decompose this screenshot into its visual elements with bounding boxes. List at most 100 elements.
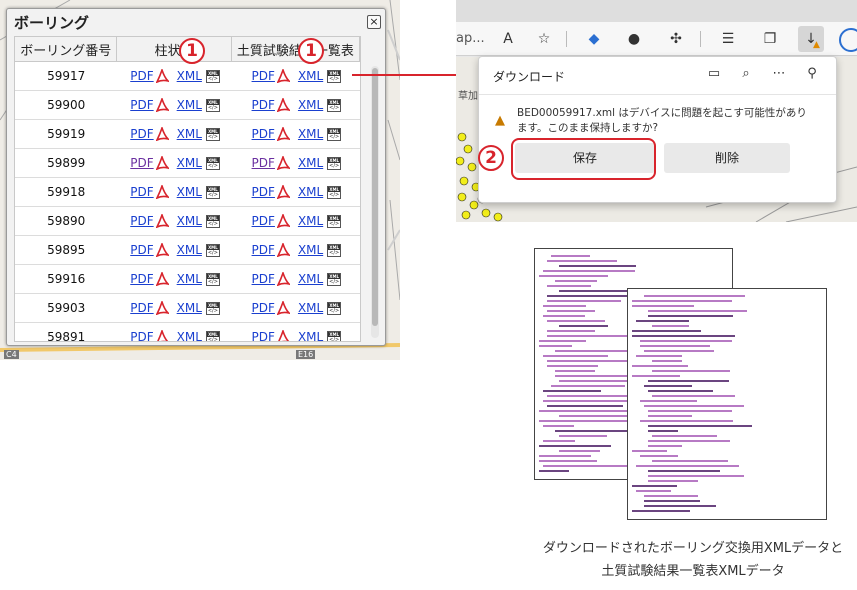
columnar-xml-link[interactable]: XML — [177, 272, 202, 286]
extension-fox-icon[interactable]: ◆ — [584, 29, 604, 49]
columnar-pdf-link[interactable]: PDF — [130, 185, 153, 199]
columnar-pdf-link[interactable]: PDF — [130, 214, 153, 228]
columnar-pdf-link[interactable]: PDF — [130, 243, 153, 257]
xml-text-line — [539, 460, 597, 462]
pdf-file-icon — [156, 330, 168, 341]
close-icon[interactable]: × — [367, 15, 381, 29]
xml-text-line — [539, 420, 632, 422]
boring-number: 59899 — [47, 156, 86, 170]
soil-test-xml-link[interactable]: XML — [298, 272, 323, 286]
columnar-pdf-link[interactable]: PDF — [130, 127, 153, 141]
soil-test-xml-link[interactable]: XML — [298, 214, 323, 228]
pdf-file-icon — [155, 301, 169, 315]
pdf-file-icon — [276, 214, 290, 228]
extension-camera-icon[interactable]: ● — [624, 29, 644, 49]
extensions-puzzle-icon[interactable]: ✣ — [666, 29, 686, 49]
soil-test-xml-link[interactable]: XML — [298, 330, 323, 341]
xml-text-line — [539, 455, 591, 457]
xml-text-line — [547, 320, 605, 322]
xml-text-line — [559, 415, 635, 417]
columnar-xml-link[interactable]: XML — [177, 69, 202, 83]
soil-test-xml-link[interactable]: XML — [298, 243, 323, 257]
soil-test-pdf-link[interactable]: PDF — [252, 69, 275, 83]
xml-text-line — [632, 305, 694, 307]
xml-text-line — [632, 300, 732, 302]
columnar-pdf-link[interactable]: PDF — [130, 69, 153, 83]
soil-test-pdf-link[interactable]: PDF — [252, 272, 275, 286]
xml-text-line — [644, 295, 745, 297]
downloads-button[interactable]: ↓ ▲ — [798, 26, 824, 52]
pin-icon[interactable]: ⚲ — [803, 65, 821, 83]
xml-text-line — [555, 350, 636, 352]
figure-caption: ダウンロードされたボーリング交換用XMLデータと 土質試験結果一覧表XMLデータ — [528, 537, 857, 583]
xml-text-line — [652, 395, 735, 397]
xml-text-line — [632, 335, 735, 337]
columnar-links: PDF XML XML </> — [117, 207, 231, 235]
xml-text-line — [539, 345, 572, 347]
soil-test-xml-link[interactable]: XML — [298, 156, 323, 170]
columnar-xml-link[interactable]: XML — [177, 330, 202, 341]
table-body: 59917 PDF XML XML </> PDF XML XML </> 59900 PDF XML… — [15, 62, 360, 342]
soil-test-xml-link[interactable]: XML — [298, 185, 323, 199]
columnar-xml-link[interactable]: XML — [177, 243, 202, 257]
download-warning-message: BED00059917.xml はデバイスに問題を起こす可能性があります。このま… — [517, 107, 807, 134]
columnar-pdf-link[interactable]: PDF — [130, 330, 153, 341]
xml-text-line — [547, 395, 631, 397]
soil-test-pdf-link[interactable]: PDF — [252, 243, 275, 257]
soil-test-pdf-link[interactable]: PDF — [252, 214, 275, 228]
soil-test-xml-link[interactable]: XML — [298, 98, 323, 112]
soil-test-xml-link[interactable]: XML — [298, 127, 323, 141]
xml-text-line — [652, 460, 728, 462]
soil-test-pdf-link[interactable]: PDF — [252, 98, 275, 112]
collections-icon[interactable]: ❐ — [760, 29, 780, 49]
soil-test-pdf-link[interactable]: PDF — [252, 156, 275, 170]
xml-text-line — [547, 260, 617, 262]
profile-avatar[interactable] — [839, 28, 857, 52]
columnar-xml-link[interactable]: XML — [177, 214, 202, 228]
xml-text-line — [547, 285, 591, 287]
columnar-xml-link[interactable]: XML — [177, 156, 202, 170]
columnar-pdf-link[interactable]: PDF — [130, 301, 153, 315]
soil-test-links: PDF XML XML </> — [232, 120, 360, 148]
xml-text-line — [547, 405, 623, 407]
columnar-xml-link[interactable]: XML — [177, 185, 202, 199]
save-highlight-ring — [511, 138, 656, 180]
columnar-pdf-link[interactable]: PDF — [130, 98, 153, 112]
scrollbar[interactable] — [371, 66, 379, 338]
soil-test-pdf-link[interactable]: PDF — [252, 185, 275, 199]
xml-text-line — [551, 385, 625, 387]
columnar-pdf-link[interactable]: PDF — [130, 272, 153, 286]
pdf-file-icon — [276, 301, 290, 315]
soil-test-xml-link[interactable]: XML — [298, 69, 323, 83]
soil-test-xml-link[interactable]: XML — [298, 301, 323, 315]
pdf-file-icon — [155, 185, 169, 199]
columnar-pdf-link[interactable]: PDF — [130, 156, 153, 170]
columnar-xml-link[interactable]: XML — [177, 301, 202, 315]
xml-text-line — [559, 325, 608, 327]
columnar-xml-link[interactable]: XML — [177, 127, 202, 141]
address-bar-text[interactable]: ap... — [456, 31, 485, 46]
soil-test-links: PDF XML XML </> — [232, 149, 360, 177]
xml-text-line — [559, 265, 636, 267]
columnar-xml-link[interactable]: XML — [177, 98, 202, 112]
folder-icon[interactable]: ▭ — [705, 65, 723, 83]
read-aloud-icon[interactable]: A — [498, 29, 518, 49]
scrollbar-thumb[interactable] — [372, 68, 378, 326]
xml-text-line — [539, 445, 611, 447]
xml-file-icon: XML </> — [205, 272, 220, 286]
pdf-file-icon — [155, 272, 169, 286]
more-options-icon[interactable]: ⋯ — [770, 65, 788, 83]
xml-text-line — [547, 365, 598, 367]
search-icon[interactable]: ⌕ — [737, 65, 755, 83]
favorites-icon[interactable]: ☰ — [718, 29, 738, 49]
xml-text-line — [543, 425, 574, 427]
delete-button[interactable]: 削除 — [664, 143, 790, 173]
map-grid-label-right: E16 — [296, 350, 316, 359]
soil-test-pdf-link[interactable]: PDF — [252, 330, 275, 341]
xml-file-icon: XML </> — [327, 330, 342, 342]
soil-test-pdf-link[interactable]: PDF — [252, 301, 275, 315]
soil-test-pdf-link[interactable]: PDF — [252, 127, 275, 141]
boring-number: 59917 — [47, 69, 86, 83]
header-columnar-section: 柱状図 — [117, 37, 232, 61]
add-favorite-icon[interactable]: ☆ — [534, 29, 554, 49]
